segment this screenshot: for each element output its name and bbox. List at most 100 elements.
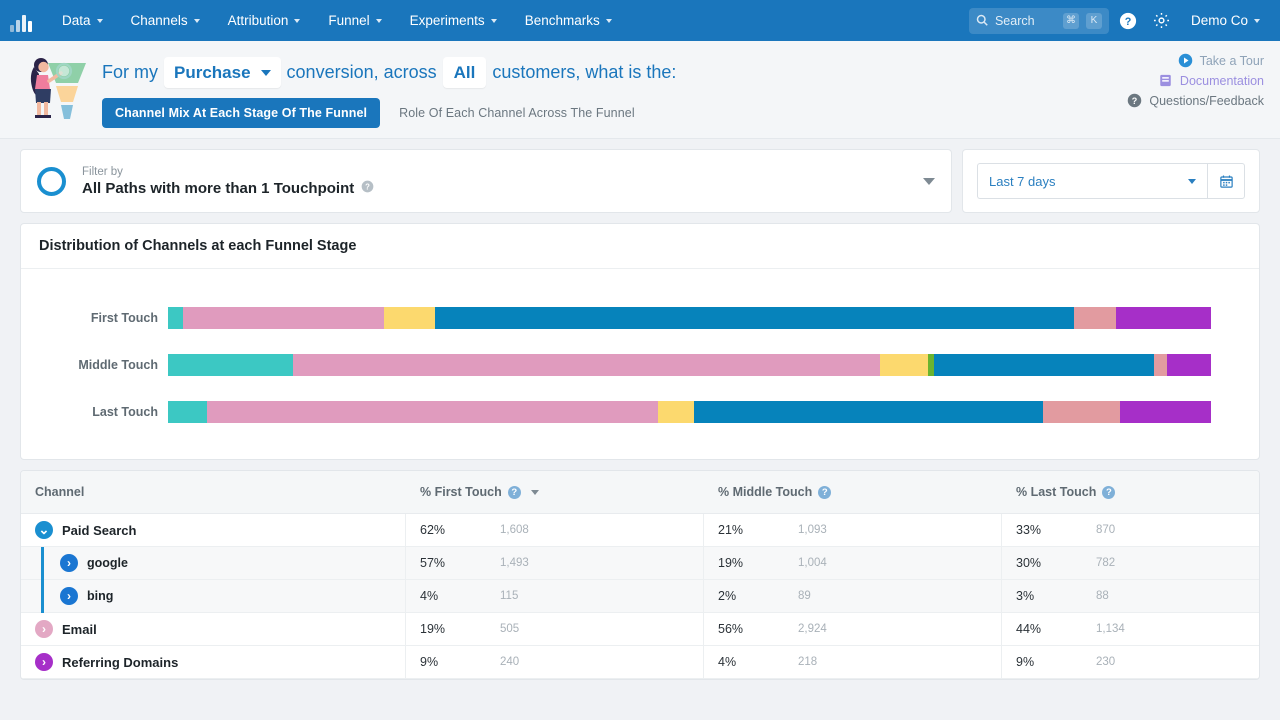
- date-range-select[interactable]: Last 7 days: [977, 163, 1207, 199]
- nav-item-label: Channels: [131, 13, 188, 28]
- chevron-right-icon[interactable]: ›: [35, 620, 53, 638]
- nav-item-benchmarks[interactable]: Benchmarks: [511, 0, 626, 41]
- filter-by-dropdown[interactable]: Filter by All Paths with more than 1 Tou…: [20, 149, 952, 213]
- column-header-channel[interactable]: Channel: [21, 471, 406, 513]
- nav-item-attribution[interactable]: Attribution: [214, 0, 315, 41]
- channel-name: Referring Domains: [62, 655, 178, 670]
- take-a-tour-link[interactable]: Take a Tour: [1178, 53, 1264, 68]
- settings-gear-button[interactable]: [1147, 6, 1177, 36]
- bar-segment-display[interactable]: [1043, 401, 1120, 423]
- first-touch-percent: 4%: [420, 589, 500, 603]
- first-touch-percent: 57%: [420, 556, 500, 570]
- last-touch-percent: 9%: [1016, 655, 1096, 669]
- cell-first-touch: 57%1,493: [406, 547, 704, 579]
- questions-feedback-label: Questions/Feedback: [1149, 94, 1264, 108]
- filter-help-icon[interactable]: ?: [361, 180, 374, 197]
- first-touch-count: 505: [500, 623, 519, 635]
- query-header: For my Purchase conversion, across All c…: [0, 41, 1280, 139]
- bar-segment-referring-domains[interactable]: [1116, 307, 1211, 329]
- column-header-channel-label: Channel: [35, 485, 84, 499]
- column-header-last-touch[interactable]: % Last Touch ?: [1002, 471, 1260, 513]
- bar-segment-email[interactable]: [658, 401, 693, 423]
- first-touch-count: 115: [500, 590, 518, 602]
- conversion-select[interactable]: Purchase: [164, 57, 281, 88]
- query-builder: For my Purchase conversion, across All c…: [96, 49, 1264, 128]
- chevron-down-icon: [194, 19, 200, 23]
- bar-segment-display[interactable]: [1154, 354, 1168, 376]
- chevron-right-icon[interactable]: ›: [35, 653, 53, 671]
- middle-touch-count: 1,004: [798, 557, 827, 569]
- chevron-down-icon[interactable]: ⌄: [35, 521, 53, 539]
- table-row[interactable]: ›Email19%50556%2,92444%1,134: [21, 613, 1259, 646]
- nav-item-funnel[interactable]: Funnel: [314, 0, 395, 41]
- question-circle-icon: ?: [1127, 93, 1142, 108]
- bar-segment-direct[interactable]: [168, 401, 207, 423]
- search-kbd-cmd: ⌘: [1063, 13, 1079, 29]
- column-header-last-touch-label: % Last Touch: [1016, 485, 1096, 499]
- cell-middle-touch: 19%1,004: [704, 547, 1002, 579]
- query-tab-1[interactable]: Role Of Each Channel Across The Funnel: [386, 98, 648, 128]
- table-row[interactable]: ›Referring Domains9%2404%2189%230: [21, 646, 1259, 679]
- chevron-down-icon: [261, 70, 271, 76]
- app-logo-icon[interactable]: [10, 10, 32, 32]
- last-touch-count: 230: [1096, 656, 1115, 668]
- help-icon[interactable]: ?: [1102, 486, 1115, 499]
- middle-touch-percent: 4%: [718, 655, 798, 669]
- bar-segment-display[interactable]: [1074, 307, 1116, 329]
- bar-row: Middle Touch: [41, 354, 1211, 376]
- bar-segment-social[interactable]: [934, 354, 1154, 376]
- nav-item-channels[interactable]: Channels: [117, 0, 214, 41]
- table-row[interactable]: ›bing4%1152%893%88: [21, 580, 1259, 613]
- bar-segment-direct[interactable]: [168, 307, 183, 329]
- nav-item-experiments[interactable]: Experiments: [396, 0, 511, 41]
- last-touch-count: 782: [1096, 557, 1115, 569]
- middle-touch-count: 89: [798, 590, 811, 602]
- child-indent-guide: [35, 580, 51, 613]
- bar-row: Last Touch: [41, 401, 1211, 423]
- query-tab-0[interactable]: Channel Mix At Each Stage Of The Funnel: [102, 98, 380, 128]
- chevron-down-icon: [1188, 179, 1196, 184]
- column-header-middle-touch[interactable]: % Middle Touch ?: [704, 471, 1002, 513]
- sort-descending-icon[interactable]: [531, 490, 539, 495]
- filter-by-value: All Paths with more than 1 Touchpoint: [82, 180, 354, 197]
- chevron-down-icon: [1254, 19, 1260, 23]
- bar-segment-referring-domains[interactable]: [1167, 354, 1211, 376]
- cell-last-touch: 9%230: [1002, 646, 1260, 678]
- bar-segment-email[interactable]: [384, 307, 436, 329]
- help-icon[interactable]: ?: [818, 486, 831, 499]
- last-touch-count: 870: [1096, 524, 1115, 536]
- circle-ring-icon: [37, 167, 66, 196]
- bar-segment-paid-search[interactable]: [207, 401, 659, 423]
- query-mid-text: conversion, across: [281, 62, 443, 83]
- bar-segment-email[interactable]: [880, 354, 928, 376]
- bar-category-label: Middle Touch: [41, 358, 168, 372]
- column-header-first-touch[interactable]: % First Touch ?: [406, 471, 704, 513]
- account-menu[interactable]: Demo Co: [1181, 13, 1266, 28]
- documentation-link[interactable]: Documentation: [1158, 73, 1264, 88]
- svg-text:?: ?: [365, 182, 370, 191]
- bar-segment-social[interactable]: [694, 401, 1044, 423]
- bar-segment-social[interactable]: [435, 307, 1074, 329]
- search-input[interactable]: Search ⌘ K: [969, 8, 1109, 34]
- audience-select[interactable]: All: [443, 57, 487, 88]
- channel-breakdown-table: Channel % First Touch ? % Middle Touch ?…: [20, 470, 1260, 680]
- help-icon[interactable]: ?: [508, 486, 521, 499]
- date-range-value: Last 7 days: [989, 174, 1056, 189]
- table-body: ⌄Paid Search62%1,60821%1,09333%870›googl…: [21, 514, 1259, 679]
- bar-segment-paid-search[interactable]: [293, 354, 880, 376]
- cell-first-touch: 62%1,608: [406, 514, 704, 546]
- calendar-button[interactable]: [1207, 163, 1245, 199]
- nav-item-data[interactable]: Data: [48, 0, 117, 41]
- cell-middle-touch: 56%2,924: [704, 613, 1002, 645]
- first-touch-percent: 62%: [420, 523, 500, 537]
- questions-feedback-link[interactable]: ? Questions/Feedback: [1127, 93, 1264, 108]
- bar-segment-paid-search[interactable]: [183, 307, 383, 329]
- table-row[interactable]: ›google57%1,49319%1,00430%782: [21, 547, 1259, 580]
- bar-segment-referring-domains[interactable]: [1120, 401, 1211, 423]
- chevron-down-icon: [491, 19, 497, 23]
- chevron-right-icon[interactable]: ›: [60, 554, 78, 572]
- table-row[interactable]: ⌄Paid Search62%1,60821%1,09333%870: [21, 514, 1259, 547]
- chevron-right-icon[interactable]: ›: [60, 587, 78, 605]
- bar-segment-direct[interactable]: [168, 354, 293, 376]
- help-button[interactable]: ?: [1113, 6, 1143, 36]
